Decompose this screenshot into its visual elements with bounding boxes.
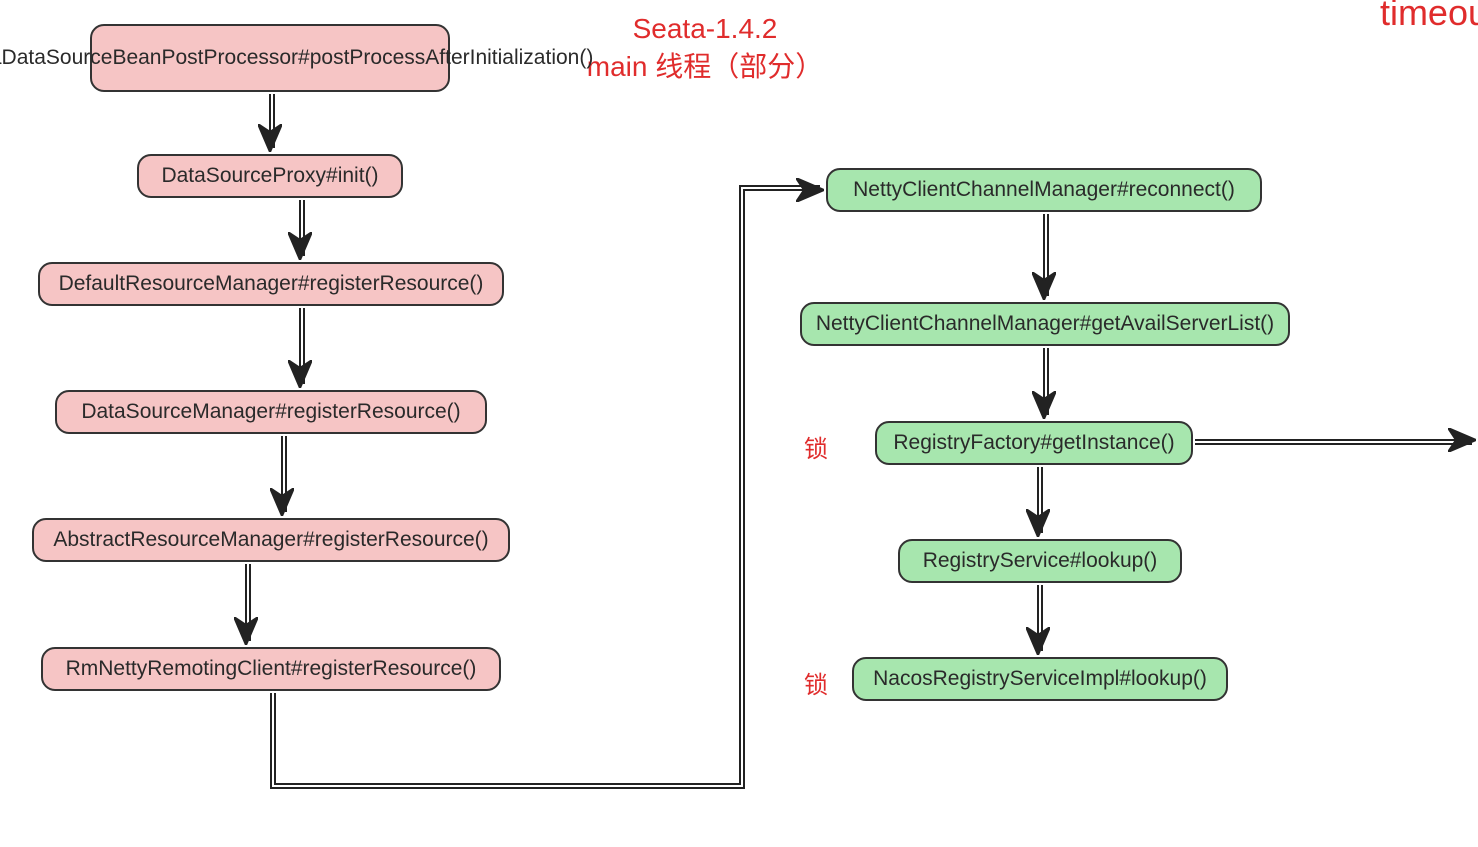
node-defaultresourcemanager: DefaultResourceManager#registerResource(… xyxy=(38,262,504,306)
node-registryfactory: RegistryFactory#getInstance() xyxy=(875,421,1193,465)
node-seata-postprocess: SeataDataSourceBeanPostProcessor#postPro… xyxy=(90,24,450,92)
node-nacosregistry-lookup: NacosRegistryServiceImpl#lookup() xyxy=(852,657,1228,701)
title-line2: main 线程（部分） xyxy=(587,51,823,82)
node-rmnettyremoting: RmNettyRemotingClient#registerResource() xyxy=(41,647,501,691)
node-reconnect: NettyClientChannelManager#reconnect() xyxy=(826,168,1262,212)
lock-label-1: 锁 xyxy=(804,429,828,464)
corner-fragment: timeou xyxy=(1380,0,1478,34)
node-registryservice-lookup: RegistryService#lookup() xyxy=(898,539,1182,583)
lock-label-2: 锁 xyxy=(804,665,828,700)
node-datasourcemanager: DataSourceManager#registerResource() xyxy=(55,390,487,434)
node-getavailserverlist: NettyClientChannelManager#getAvailServer… xyxy=(800,302,1290,346)
node-abstractresourcemanager: AbstractResourceManager#registerResource… xyxy=(32,518,510,562)
title-line1: Seata-1.4.2 xyxy=(633,13,778,44)
node-datasourceproxy-init: DataSourceProxy#init() xyxy=(137,154,403,198)
